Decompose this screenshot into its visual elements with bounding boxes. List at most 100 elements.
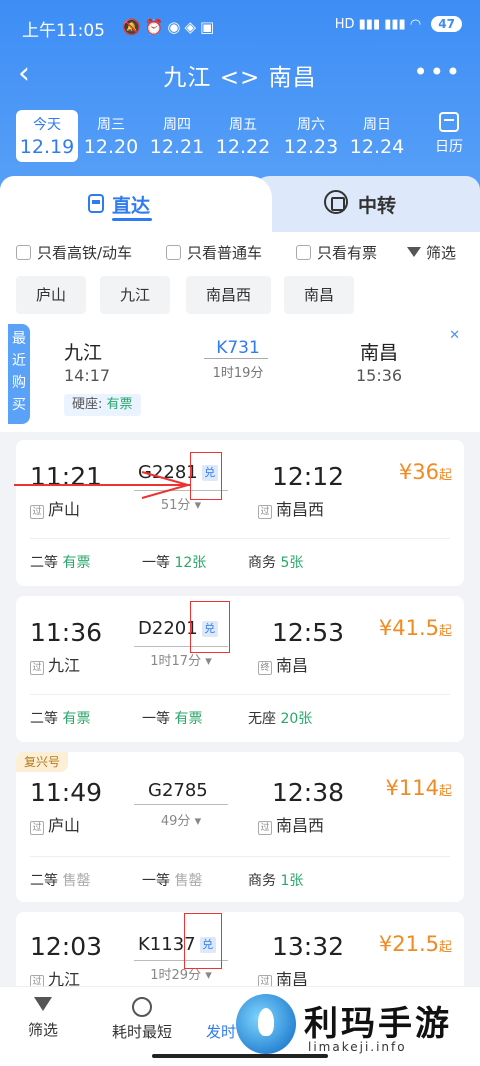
tab-direct[interactable]: 直达 [0,176,272,232]
divider [30,538,450,539]
price-value: ¥21.5 [378,932,439,956]
watermark: 利玛手游 limakeji.info [236,994,472,1062]
more-icon[interactable]: ••• [414,60,462,84]
dep-station: 过庐山 [30,496,80,520]
recent-tag: 最近购买 [8,324,30,424]
dep-time: 11:21 [30,462,103,491]
calendar-button[interactable]: 日历 [432,112,466,156]
watermark-logo-icon [236,994,296,1054]
dep-time: 12:03 [30,932,103,961]
date-day: 12.21 [149,136,205,158]
checkbox-youpiao[interactable]: 只看有票 [296,242,377,263]
arr-station: 终南昌 [258,652,308,676]
checkbox-icon [16,245,31,260]
price: ¥21.5起 [379,932,452,956]
seat-info: 商务 5张 [248,552,303,572]
checkbox-putong[interactable]: 只看普通车 [166,242,262,263]
date-item[interactable]: 周六 12.23 [280,110,342,162]
arr-station-name: 南昌西 [276,500,325,519]
arr-time: 12:12 [272,462,345,491]
screen-button[interactable]: 筛选 [406,242,456,263]
station-tag: 过 [30,821,44,835]
chip-jiujiang[interactable]: 九江 [100,276,171,314]
train-card[interactable]: 12:03 过九江 K1137 兑 1时29分 ▾ 13:32 过南昌 ¥21.5… [16,912,464,992]
seat-info: 二等 售罄 [30,870,90,890]
seat-class: 二等 [30,711,58,727]
checkbox-gaotie[interactable]: 只看高铁/动车 [16,242,132,263]
filter-icon [406,247,421,257]
checkbox-label: 只看高铁/动车 [37,244,133,262]
seat-status: 有票 [62,555,91,571]
annotation-box [190,452,222,500]
bottom-filter-label: 筛选 [28,1021,59,1039]
dep-station-name: 九江 [48,656,81,675]
watermark-url: limakeji.info [308,1040,407,1054]
date-day: 12.23 [283,136,339,158]
price: ¥36起 [399,460,452,484]
bottom-shortest-button[interactable]: 耗时最短 [112,997,172,1042]
date-week: 周六 [297,117,325,133]
close-icon[interactable]: ✕ [449,328,460,343]
date-bar: 今天 12.19 周三 12.20 周四 12.21 周五 12.22 周六 1… [16,110,466,162]
recent-purchase-card[interactable]: 最近购买 九江 14:17 K731 1时19分 南昌 15:36 硬座: 有票… [8,324,466,424]
arr-station: 过南昌西 [258,812,324,836]
duration[interactable]: 49分 ▾ [134,810,228,829]
station-chips: 庐山 九江 南昌西 南昌 [16,276,464,314]
page-title: 九江 <> 南昌 [163,65,317,91]
seat-info: 二等 有票 [30,708,90,728]
tab-transfer[interactable]: 中转 [252,176,480,232]
date-item[interactable]: 今天 12.19 [16,110,78,162]
arr-time: 13:32 [272,932,345,961]
seat-class: 商务 [248,873,276,889]
arr-station-name: 南昌西 [276,816,325,835]
tab-underline [112,218,152,221]
date-week: 周日 [363,117,391,133]
bottom-depart-label: 发时 [206,1023,237,1041]
route-tabs: 中转 直达 [0,176,480,232]
price-value: ¥36 [398,460,439,484]
train-card[interactable]: 11:21 过庐山 G2281 兑 51分 ▾ 12:12 过南昌西 ¥36起 二… [16,440,464,586]
price: ¥41.5起 [379,616,452,640]
dep-time: 11:36 [30,618,103,647]
price-value: ¥41.5 [378,616,439,640]
watermark-text: 利玛手游 [304,1004,452,1044]
chip-lushan[interactable]: 庐山 [16,276,87,314]
train-icon [88,194,104,213]
station-tag: 过 [30,661,44,675]
price-value: ¥114 [385,776,439,800]
seat-status: 12张 [174,555,207,571]
date-item[interactable]: 周日 12.24 [346,110,408,162]
train-no: G2785 [148,780,238,801]
date-week: 周五 [229,117,257,133]
checkbox-label: 只看普通车 [187,244,263,262]
train-card[interactable]: 复兴号 11:49 过庐山 G2785 49分 ▾ 12:38 过南昌西 ¥11… [16,752,464,902]
date-item[interactable]: 周三 12.20 [80,110,142,162]
seat-class: 二等 [30,873,58,889]
bottom-filter-button[interactable]: 筛选 [28,997,58,1040]
recent-duration: 1时19分 [212,366,264,381]
price-suffix: 起 [438,624,452,639]
status-bar: 上午11:05 🔕⏰◉◈▣ HD ▮▮▮ ▮▮▮ ◠ 47 [22,16,462,42]
seat-info: 商务 1张 [248,870,303,890]
chip-nanchangxi[interactable]: 南昌西 [186,276,272,314]
fuxing-badge: 复兴号 [16,752,69,772]
tab-transfer-label: 中转 [358,195,397,217]
train-no-text: G2785 [148,780,208,801]
seat-status: 售罄 [62,873,91,889]
calendar-icon [439,112,459,132]
dep-station: 过庐山 [30,812,80,836]
chip-nanchang[interactable]: 南昌 [284,276,355,314]
train-card[interactable]: 11:36 过九江 D2201 兑 1时17分 ▾ 12:53 终南昌 ¥41.5… [16,596,464,742]
divider [30,856,450,857]
divider [30,694,450,695]
signal-label: HD [334,17,355,32]
date-item[interactable]: 周五 12.22 [212,110,274,162]
arr-station-name: 南昌 [276,656,309,675]
recent-seat-label: 硬座: [72,397,103,412]
date-week: 今天 [33,117,61,133]
date-item[interactable]: 周四 12.21 [146,110,208,162]
recent-from-time: 14:17 [64,366,111,385]
checkbox-icon [296,245,311,260]
bottom-depart-button[interactable]: 发时 [206,1021,236,1042]
seat-class: 一等 [142,873,170,889]
